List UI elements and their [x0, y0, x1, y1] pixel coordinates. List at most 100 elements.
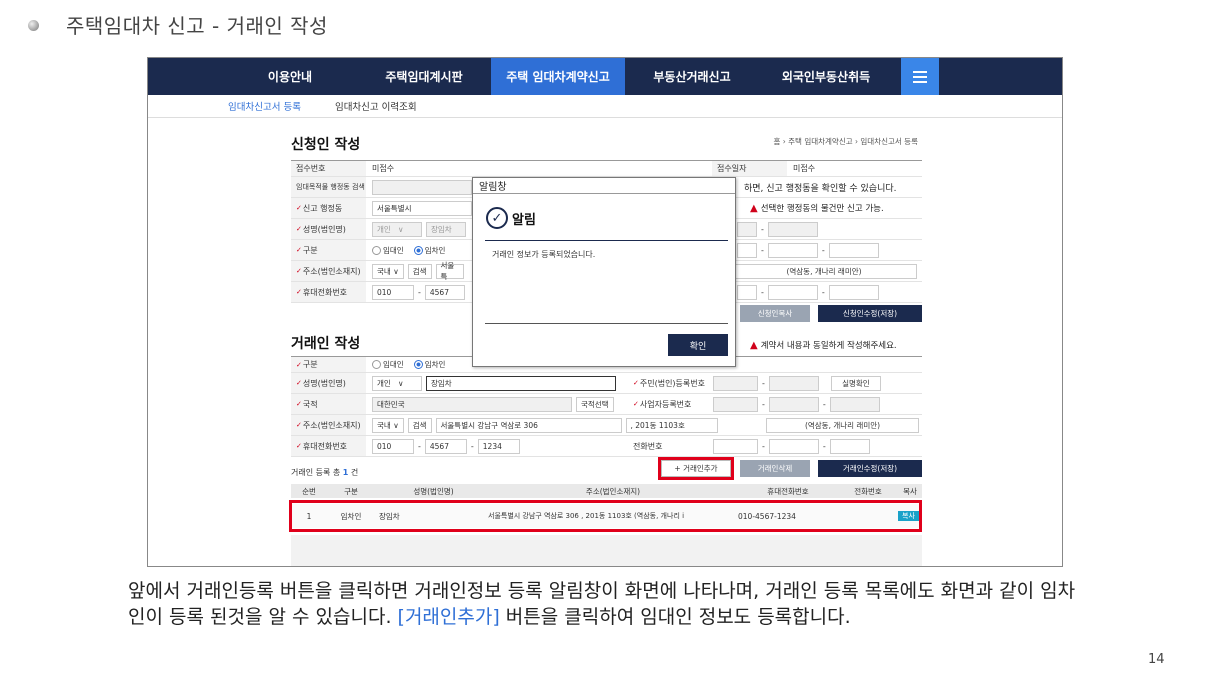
nav-realestate-report[interactable]: 부동산거래신고 [625, 58, 759, 95]
th-tel: 전화번호 [854, 486, 882, 496]
applicant-addr-input[interactable]: 서울특 [435, 261, 464, 281]
applicant-copy-button[interactable]: 신청인복사 [740, 305, 810, 322]
dong-search-label: 임대목적물 행정동 검색 [291, 177, 366, 197]
dialog-divider-bottom [485, 323, 728, 324]
receipt-date-value: 미접수 [793, 164, 816, 173]
applicant-tel-input3[interactable] [828, 284, 879, 300]
party-nation-label: 국적 [291, 394, 366, 414]
applicant-name-type-select[interactable]: 개인 ∨ [372, 221, 422, 237]
party-phone-label: 휴대전화번호 [291, 436, 366, 456]
dong-search-note: 하면, 신고 행정동을 확인할 수 있습니다. [744, 183, 897, 194]
party-title: 거래인 작성 [291, 336, 361, 352]
party-name-row: 성명(법인명) 개인 ∨장임차 주민(법인)등록번호 -실명확인 [291, 373, 922, 394]
party-tel-input[interactable] [713, 438, 758, 454]
breadcrumb: 홈 › 주택 임대차계약신고 › 임대차신고서 등록 [773, 137, 918, 146]
applicant-phone1-input[interactable]: 010 [372, 284, 414, 300]
applicant-biz-input[interactable] [737, 242, 757, 258]
party-phone2-input[interactable]: 4567 [424, 438, 467, 454]
party-count: 거래인 등록 총 1 건 [291, 467, 358, 478]
applicant-addr-extra: (역삼동, 개나리 래미안) [731, 263, 917, 279]
add-party-highlight [658, 457, 734, 480]
party-nation-row: 국적 대한민국국적선택 사업자등록번호 -- [291, 394, 922, 415]
dialog-ok-button[interactable]: 확인 [668, 334, 728, 356]
party-count-prefix: 거래인 등록 총 [291, 468, 343, 477]
party-warn-text: 계약서 내용과 동일하게 작성해주세요. [760, 341, 897, 351]
dong-search-input[interactable] [372, 179, 472, 195]
subnav-history[interactable]: 임대차신고 이력조회 [335, 99, 417, 113]
party-name-type-value: 개인 [377, 378, 391, 388]
party-addr-domestic-select[interactable]: 국내 ∨ [372, 417, 404, 433]
nav-guide[interactable]: 이용안내 [223, 58, 357, 95]
party-tel-label: 전화번호 [633, 441, 663, 451]
nav-foreign-acquisition[interactable]: 외국인부동산취득 [759, 58, 893, 95]
dialog-divider [485, 240, 728, 241]
dialog-message: 거래인 정보가 등록되었습니다. [492, 250, 596, 259]
nav-board[interactable]: 주택임대계시판 [357, 58, 491, 95]
applicant-radio-lessor-label: 임대인 [383, 245, 404, 255]
applicant-radio-lessor[interactable]: 임대인 [372, 245, 404, 256]
party-biz-label: 사업자등록번호 [628, 394, 713, 414]
applicant-addr-search-button[interactable]: 검색 [407, 263, 432, 279]
report-dong-warn-text: 선택한 행정동의 물건만 신고 가능. [760, 204, 884, 214]
applicant-save-button[interactable]: 신청인수정(저장) [818, 305, 922, 322]
applicant-tel-input[interactable] [737, 284, 757, 300]
report-dong-label: 신고 행정동 [291, 198, 366, 218]
applicant-radio-lessee-label: 임차인 [424, 245, 446, 255]
party-rrn-input[interactable] [713, 375, 758, 391]
report-dong-warn: ▲ 선택한 행정동의 물건만 신고 가능. [750, 202, 884, 215]
sub-nav: 임대차신고서 등록 임대차신고 이력조회 [148, 95, 1062, 118]
party-name-input[interactable]: 장임차 [426, 375, 616, 391]
dialog-window-title: 알림창 [473, 178, 735, 194]
applicant-biz-input3[interactable] [828, 242, 879, 258]
applicant-type-label: 구분 [291, 240, 366, 260]
slide-description: 앞에서 거래인등록 버튼을 클릭하면 거래인정보 등록 알림창이 화면에 나타나… [128, 578, 1088, 630]
party-radio-lessee[interactable]: 임차인 [413, 359, 445, 370]
applicant-radio-lessee[interactable]: 임차인 [413, 245, 446, 256]
applicant-addr-domestic-value: 국내 [377, 266, 391, 276]
party-save-button[interactable]: 거래인수정(저장) [818, 460, 922, 477]
receipt-no-label: 접수번호 [291, 161, 366, 176]
check-circle-icon: ✓ [486, 207, 508, 229]
party-rrn-label: 주민(법인)등록번호 [628, 373, 713, 393]
party-count-suffix: 건 [348, 468, 359, 477]
hamburger-menu-icon[interactable] [901, 58, 939, 95]
table-row-highlight [289, 500, 922, 532]
party-verify-button[interactable]: 실명확인 [830, 375, 881, 391]
party-addr-input[interactable]: 서울특별시 강남구 역삼로 306 [435, 417, 622, 433]
party-tel-input2[interactable] [768, 438, 819, 454]
party-biz-input2[interactable] [768, 396, 819, 412]
slide: 주택임대차 신고 - 거래인 작성 이용안내 주택임대계시판 주택 임대차계약신… [0, 0, 1209, 680]
page-number: 14 [1148, 652, 1165, 667]
party-phone1-input[interactable]: 010 [372, 438, 414, 454]
party-tel-input3[interactable] [829, 438, 870, 454]
party-radio-lessor[interactable]: 임대인 [372, 359, 404, 370]
party-rrn-input2[interactable] [768, 375, 819, 391]
subnav-register[interactable]: 임대차신고서 등록 [228, 99, 301, 113]
party-name-type-select[interactable]: 개인 ∨ [372, 375, 422, 391]
applicant-addr-domestic-select[interactable]: 국내 ∨ [372, 263, 404, 279]
bullet-icon [28, 20, 39, 31]
applicant-tel-input2[interactable] [767, 284, 818, 300]
party-addr-domestic-value: 국내 [377, 420, 391, 430]
desc-highlight: [거래인추가] [397, 606, 500, 628]
applicant-rrn-input[interactable] [737, 221, 757, 237]
party-addr-label: 주소(법인소재지) [291, 415, 366, 435]
delete-party-button[interactable]: 거래인삭제 [740, 460, 810, 477]
receipt-date-label: 접수일자 [712, 161, 787, 176]
applicant-biz-input2[interactable] [767, 242, 818, 258]
party-biz-input[interactable] [713, 396, 758, 412]
nav-lease-report[interactable]: 주택 임대차계약신고 [491, 58, 625, 95]
applicant-phone2-input[interactable]: 4567 [424, 284, 465, 300]
th-name: 성명(법인명) [413, 486, 454, 496]
table-empty-area [291, 535, 922, 566]
applicant-rrn-input2[interactable] [767, 221, 818, 237]
applicant-name-input[interactable]: 장임차 [426, 221, 466, 237]
party-nation-input: 대한민국 [372, 396, 572, 412]
party-addr-search-button[interactable]: 검색 [407, 417, 432, 433]
report-dong-input[interactable]: 서울특별시 [372, 200, 472, 216]
th-phone: 휴대전화번호 [767, 486, 809, 496]
party-phone3-input[interactable]: 1234 [477, 438, 520, 454]
party-biz-input3[interactable] [829, 396, 880, 412]
party-addr-detail-input[interactable]: , 201동 1103호 [625, 417, 718, 433]
party-nation-button[interactable]: 국적선택 [576, 396, 614, 412]
